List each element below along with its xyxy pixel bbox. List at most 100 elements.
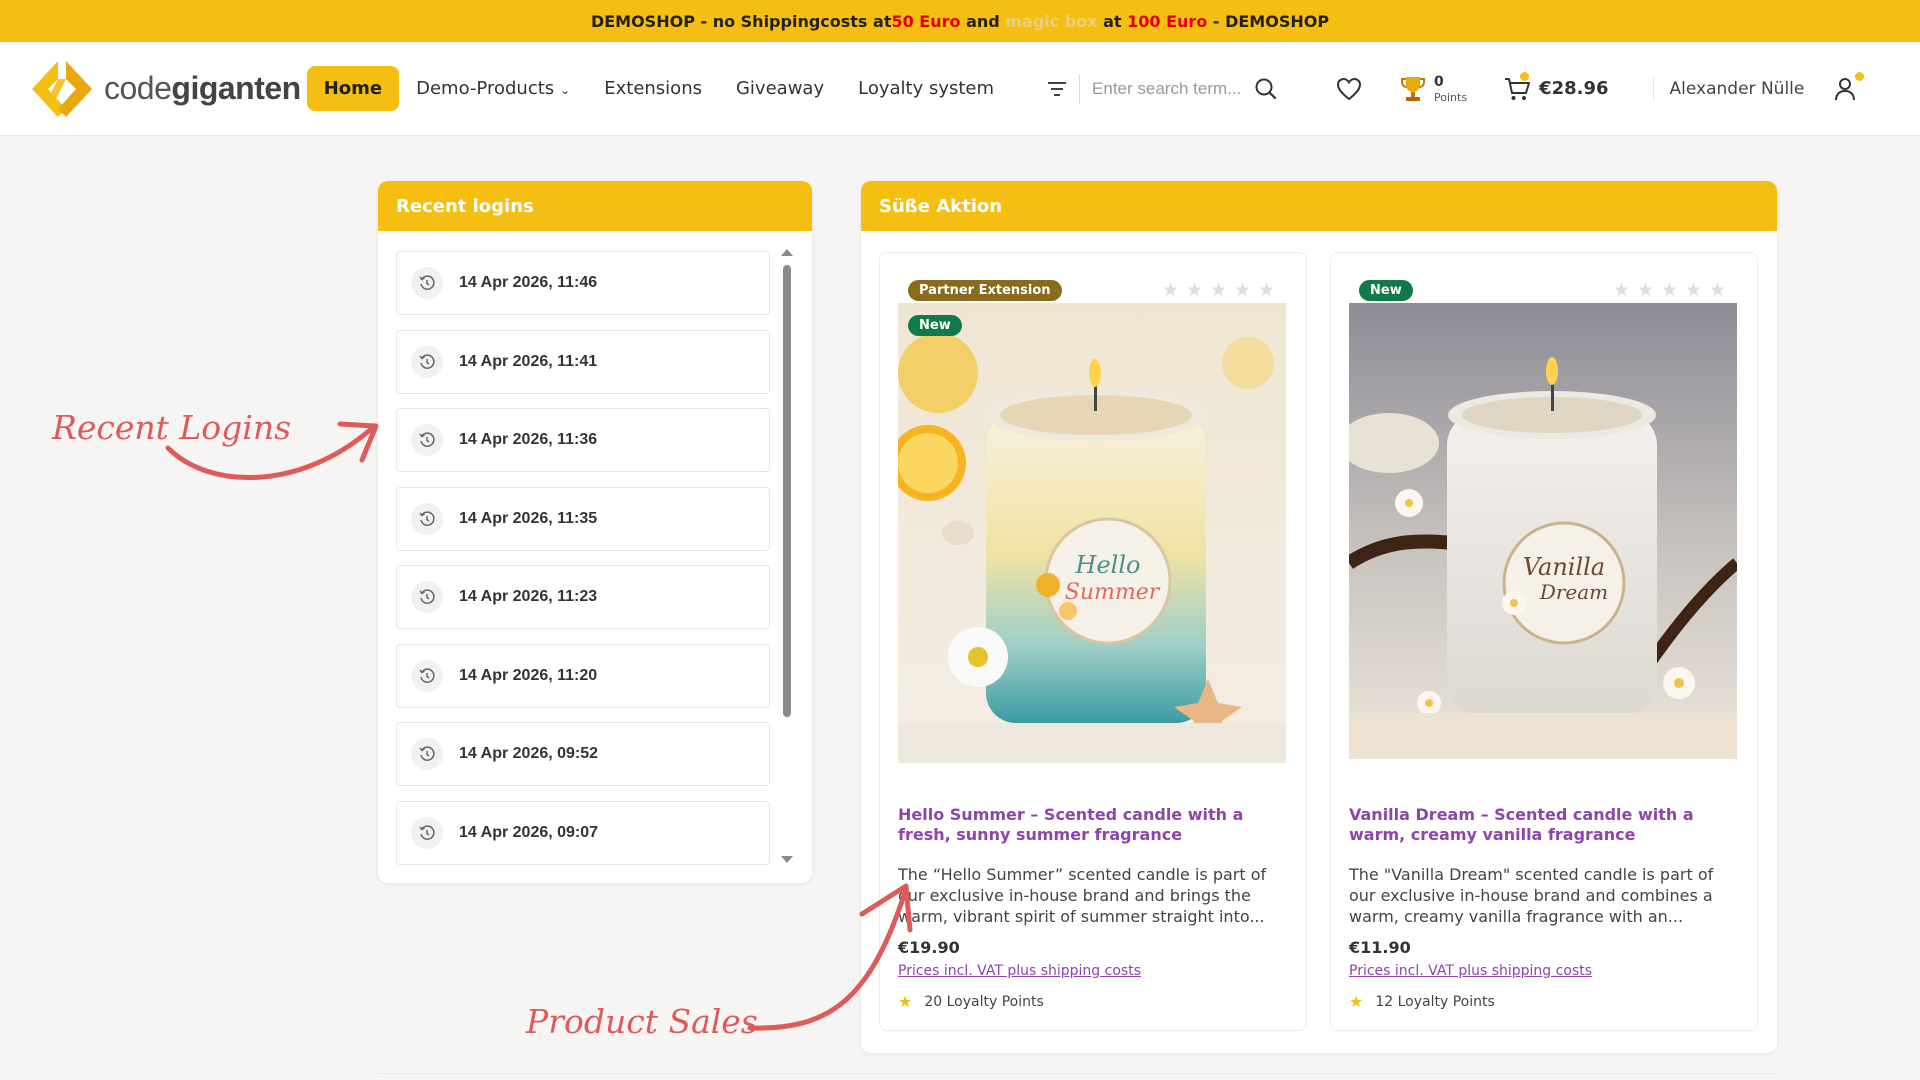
- loyalty-star-icon: ★: [898, 992, 913, 1011]
- product-card-vanilla-dream[interactable]: New ★ ★ ★ ★ ★ Vanilla Dream Vanilla Drea…: [1330, 252, 1758, 1031]
- loyalty-points[interactable]: 0 Points: [1400, 75, 1467, 103]
- loyalty-points-info: ★ 20 Loyalty Points: [898, 992, 1044, 1011]
- product-price: €11.90: [1349, 938, 1411, 957]
- rating-stars: ★ ★ ★ ★ ★: [1613, 279, 1727, 301]
- promotion-title: Süße Aktion: [861, 181, 1777, 231]
- footer-divider: [378, 1073, 1777, 1074]
- product-image-vanilla-dream[interactable]: Vanilla Dream: [1349, 303, 1737, 763]
- partner-extension-badge: Partner Extension: [908, 280, 1062, 301]
- product-card-hello-summer[interactable]: Partner Extension New ★ ★ ★ ★ ★ Hello Su…: [879, 252, 1307, 1031]
- login-timestamp: 14 Apr 2026, 09:07: [459, 823, 599, 841]
- login-entry: 14 Apr 2026, 11:46: [396, 251, 770, 315]
- search-icon[interactable]: [1254, 77, 1278, 101]
- nav-home[interactable]: Home: [306, 66, 400, 111]
- loyalty-points-text: 20 Loyalty Points: [924, 993, 1044, 1010]
- login-entry: 14 Apr 2026, 11:35: [396, 486, 770, 551]
- login-timestamp: 14 Apr 2026, 11:23: [459, 588, 598, 605]
- login-timestamp: 14 Apr 2026, 11:41: [459, 352, 598, 370]
- star-icon: ★: [1258, 279, 1276, 301]
- star-icon: ★: [1162, 279, 1180, 301]
- nav-demo-products[interactable]: Demo-Products ⌄: [399, 66, 587, 111]
- loyalty-star-icon: ★: [1349, 992, 1364, 1011]
- login-entry: 14 Apr 2026, 09:07: [396, 800, 770, 865]
- star-icon: ★: [1661, 279, 1679, 301]
- banner-amount-1: 50 Euro: [891, 11, 961, 31]
- banner-text-3: at: [1097, 11, 1128, 31]
- history-icon: [411, 581, 443, 613]
- login-timestamp: 14 Apr 2026, 11:46: [459, 274, 598, 291]
- annotation-recent-logins: Recent Logins: [52, 408, 292, 447]
- new-badge: New: [908, 315, 962, 336]
- history-icon: [411, 659, 443, 692]
- candle-label-line1: Vanilla: [1523, 553, 1605, 581]
- candle-label-line2: Dream: [1539, 580, 1608, 604]
- chevron-down-icon: ⌄: [560, 83, 571, 97]
- login-timestamp: 14 Apr 2026, 11:20: [459, 666, 598, 684]
- login-scrollbar[interactable]: [781, 249, 793, 863]
- user-notification-dot: [1855, 71, 1865, 81]
- star-icon: ★: [1613, 279, 1631, 301]
- user-name: Alexander Nülle: [1669, 78, 1805, 99]
- star-icon: ★: [1685, 279, 1703, 301]
- vat-shipping-link[interactable]: Prices incl. VAT plus shipping costs: [898, 963, 1141, 979]
- site-logo[interactable]: codegiganten: [28, 57, 301, 121]
- history-icon: [411, 816, 443, 849]
- banner-text-4: - DEMOSHOP: [1207, 11, 1330, 31]
- login-entry: 14 Apr 2026, 11:41: [396, 329, 770, 394]
- candle-label-line2: Summer: [1065, 580, 1161, 605]
- product-title[interactable]: Vanilla Dream – Scented candle with a wa…: [1349, 805, 1739, 845]
- star-icon: ★: [1234, 279, 1252, 301]
- header-actions: 0 Points €28.96 Alexander Nülle: [1302, 71, 1865, 103]
- main-nav: Home Demo-Products ⌄ Extensions Giveaway …: [306, 66, 1011, 111]
- recent-logins-title: Recent logins: [378, 181, 812, 231]
- nav-loyalty-system[interactable]: Loyalty system: [841, 66, 1011, 111]
- cart-notification-dot: [1520, 71, 1530, 81]
- arrow-head-logins: [337, 421, 379, 463]
- history-icon: [411, 502, 443, 535]
- filter-icon[interactable]: [1047, 81, 1067, 97]
- banner-text-2: and: [960, 11, 1006, 31]
- login-entry: 14 Apr 2026, 11:23: [396, 565, 770, 629]
- login-entry: 14 Apr 2026, 09:52: [396, 722, 770, 786]
- vat-shipping-link[interactable]: Prices incl. VAT plus shipping costs: [1349, 963, 1592, 979]
- rating-stars: ★ ★ ★ ★ ★: [1162, 279, 1276, 301]
- nav-giveaway[interactable]: Giveaway: [719, 66, 841, 111]
- product-description: The "Vanilla Dream" scented candle is pa…: [1349, 865, 1714, 926]
- loyalty-points-info: ★ 12 Loyalty Points: [1349, 992, 1495, 1011]
- promo-banner: DEMOSHOP - no Shippingcosts at 50 Euro a…: [0, 0, 1920, 42]
- star-icon: ★: [1186, 279, 1204, 301]
- search-input[interactable]: [1092, 78, 1243, 99]
- cart-button[interactable]: €28.96: [1503, 71, 1609, 102]
- history-icon: [411, 424, 443, 456]
- product-title[interactable]: Hello Summer – Scented candle with a fre…: [898, 805, 1288, 845]
- new-badge: New: [1359, 280, 1413, 301]
- star-icon: ★: [1709, 279, 1727, 301]
- product-image-hello-summer[interactable]: Hello Summer: [898, 303, 1286, 763]
- wishlist-heart-icon[interactable]: [1336, 77, 1362, 101]
- trophy-icon: [1401, 76, 1426, 101]
- search-divider: [1079, 73, 1081, 104]
- user-menu[interactable]: Alexander Nülle: [1652, 71, 1865, 101]
- logo-mark-icon: [32, 60, 92, 117]
- scroll-thumb[interactable]: [783, 265, 791, 717]
- points-value: 0: [1434, 73, 1444, 90]
- star-icon: ★: [1637, 279, 1655, 301]
- product-description: The “Hello Summer” scented candle is par…: [898, 865, 1267, 926]
- product-price: €19.90: [898, 938, 960, 957]
- history-icon: [411, 738, 443, 770]
- site-header: codegiganten Home Demo-Products ⌄ Extensi…: [0, 42, 1920, 136]
- nav-extensions[interactable]: Extensions: [587, 66, 719, 111]
- logo-text: codegiganten: [104, 70, 301, 106]
- scroll-down-arrow-icon[interactable]: [781, 856, 793, 863]
- history-icon: [411, 267, 443, 299]
- points-label: Points: [1434, 90, 1468, 104]
- scroll-up-arrow-icon[interactable]: [781, 249, 793, 256]
- login-entry: 14 Apr 2026, 11:20: [396, 643, 770, 708]
- user-account-icon: [1835, 77, 1856, 100]
- search-bar: [1047, 73, 1278, 104]
- login-list: 14 Apr 2026, 11:46 14 Apr 2026, 11:41 14 A…: [396, 251, 770, 879]
- annotation-product-sales: Product Sales: [526, 1002, 758, 1041]
- login-timestamp: 14 Apr 2026, 11:36: [459, 431, 598, 448]
- login-timestamp: 14 Apr 2026, 09:52: [459, 745, 599, 762]
- login-timestamp: 14 Apr 2026, 11:35: [459, 509, 598, 527]
